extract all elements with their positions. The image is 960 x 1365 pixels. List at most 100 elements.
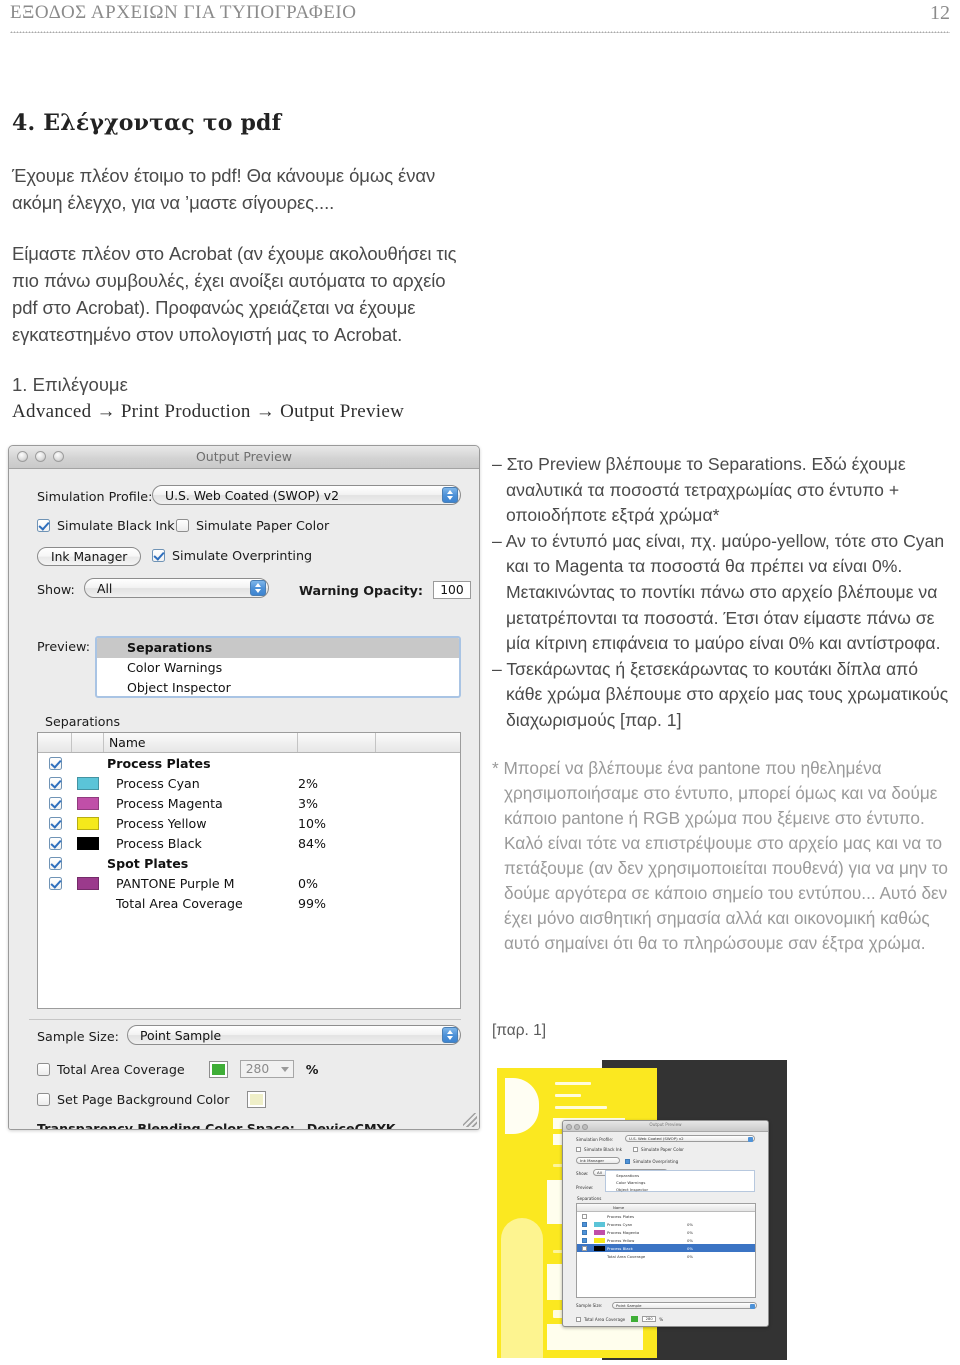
preview-item-separations[interactable]: Separations [97, 638, 459, 658]
simulate-overprinting-row[interactable]: Simulate Overprinting [152, 548, 312, 563]
table-row[interactable]: Process Cyan 0% [577, 1220, 755, 1228]
figure-show-text: Show: [576, 1171, 589, 1176]
row-checkbox[interactable] [577, 1245, 591, 1251]
dialog-title: Output Preview [195, 449, 293, 464]
separations-panel[interactable]: Name Process Plates Process Cyan 2% Proc… [37, 732, 461, 1009]
chevron-updown-icon [442, 487, 458, 503]
preview-item-object-inspector[interactable]: Object Inspector [97, 678, 459, 696]
row-swatch [591, 1245, 607, 1251]
warning-opacity-input[interactable]: 100 [432, 581, 471, 599]
figure-separations-table[interactable]: Name Process Plates Process Cyan 0% Proc… [576, 1203, 756, 1298]
figure-ink-manager-button[interactable]: Ink Manager [576, 1157, 620, 1164]
figure-simulate-paper-color-checkbox[interactable] [633, 1147, 638, 1152]
figure-show-value: All [597, 1170, 602, 1175]
figure-total-area-coverage-checkbox[interactable] [576, 1316, 581, 1322]
row-checkbox[interactable] [38, 796, 72, 810]
figure-coverage-color-well[interactable] [631, 1316, 639, 1322]
row-checkbox[interactable] [38, 756, 72, 770]
figure-preview-mode-list[interactable]: Separations Color Warnings Object Inspec… [605, 1170, 755, 1192]
table-row[interactable]: Process Magenta 3% [38, 793, 460, 813]
simulate-paper-color-row[interactable]: Simulate Paper Color [176, 518, 329, 533]
figure-screenshot: Output Preview Simulation Profile: U.S. … [497, 1060, 787, 1365]
row-checkbox[interactable] [38, 776, 72, 790]
show-select[interactable]: All [84, 578, 269, 598]
row-checkbox[interactable] [577, 1213, 591, 1219]
menu-path: Advanced → Print Production → Output Pre… [12, 401, 405, 422]
simulate-black-ink-row[interactable]: Simulate Black Ink [37, 518, 175, 533]
figure-coverage-value[interactable]: 280 [642, 1316, 657, 1322]
set-page-background-checkbox[interactable] [37, 1093, 50, 1106]
row-checkbox[interactable] [577, 1229, 591, 1235]
table-row[interactable]: Process Yellow 0% [577, 1236, 755, 1244]
chevron-updown-icon [442, 1027, 458, 1043]
simulation-profile-select[interactable]: U.S. Web Coated (SWOP) v2 [152, 485, 461, 505]
total-area-coverage-value: 280 [245, 1062, 270, 1076]
row-swatch [591, 1229, 607, 1235]
row-percent: 0% [298, 875, 318, 891]
total-area-coverage-checkbox[interactable] [37, 1062, 50, 1076]
simulate-paper-color-checkbox[interactable] [176, 519, 189, 532]
figure-simulate-paper-color-row[interactable]: Simulate Paper Color [633, 1147, 684, 1152]
footnote: * Μπορεί να βλέπουμε ένα pantone που ηθε… [492, 757, 948, 953]
ink-manager-label: Ink Manager [51, 549, 128, 564]
chevron-down-icon [280, 1067, 289, 1072]
table-row[interactable]: Process Plates [38, 753, 460, 773]
table-row[interactable]: Process Cyan 2% [38, 773, 460, 793]
simulate-overprinting-checkbox[interactable] [152, 549, 165, 562]
figure-sim-profile-text: Simulation Profile: [576, 1137, 614, 1142]
row-swatch [72, 836, 104, 850]
step-number-label: 1. Επιλέγουμε [12, 374, 128, 395]
figure-preview-item-separations[interactable]: Separations [616, 1172, 754, 1179]
figure-sample-size-value: Point Sample [616, 1303, 642, 1308]
table-row[interactable]: Process Magenta 0% [577, 1228, 755, 1236]
page-number: 12 [930, 2, 950, 24]
simulation-profile-label: Simulation Profile: [37, 489, 153, 504]
table-row: Total Area Coverage 0% [577, 1252, 755, 1260]
row-checkbox[interactable] [577, 1237, 591, 1243]
figure-simulation-profile-select[interactable]: U.S. Web Coated (SWOP) v2 [625, 1135, 755, 1142]
header-extra-column [376, 733, 460, 752]
table-row[interactable]: Process Yellow 10% [38, 813, 460, 833]
figure-simulate-paper-color-label: Simulate Paper Color [641, 1147, 684, 1152]
row-name: Process Plates [607, 1213, 635, 1219]
resize-grip-icon[interactable] [463, 1113, 477, 1127]
show-value: All [97, 580, 113, 596]
figure-dialog-titlebar[interactable]: Output Preview [563, 1121, 768, 1132]
row-checkbox[interactable] [577, 1221, 591, 1227]
total-area-coverage-row[interactable]: Total Area Coverage 280 % [37, 1060, 318, 1078]
figure-output-preview-dialog[interactable]: Output Preview Simulation Profile: U.S. … [562, 1120, 769, 1327]
preview-item-color-warnings[interactable]: Color Warnings [97, 658, 459, 678]
dialog-titlebar[interactable]: Output Preview [9, 446, 479, 469]
figure-simulation-profile-label: Simulation Profile: [576, 1137, 613, 1142]
table-row[interactable]: PANTONE Purple M 0% [38, 873, 460, 893]
figure-simulate-black-ink-checkbox[interactable] [576, 1147, 581, 1152]
table-row-selected[interactable]: Process Black 0% [577, 1244, 755, 1252]
intro-paragraph-1: Έχουμε πλέον έτοιμο το pdf! Θα κάνουμε ό… [12, 165, 436, 213]
row-checkbox[interactable] [38, 836, 72, 850]
table-row[interactable]: Spot Plates [38, 853, 460, 873]
figure-simulate-overprinting-checkbox[interactable] [625, 1159, 630, 1164]
total-area-coverage-color-well[interactable] [208, 1060, 228, 1078]
figure-preview-item-color-warnings[interactable]: Color Warnings [616, 1179, 754, 1186]
figure-total-area-coverage-row[interactable]: Total Area Coverage 280 % [576, 1316, 663, 1322]
warning-opacity-label: Warning Opacity: [299, 582, 423, 598]
simulate-black-ink-checkbox[interactable] [37, 519, 50, 532]
row-checkbox[interactable] [38, 876, 72, 890]
row-name: PANTONE Purple M [116, 875, 235, 891]
page-background-color-well[interactable] [247, 1091, 267, 1108]
figure-sample-size-select[interactable]: Point Sample [612, 1302, 757, 1309]
output-preview-dialog[interactable]: Output Preview Simulation Profile: U.S. … [8, 445, 480, 1130]
set-page-background-row[interactable]: Set Page Background Color [37, 1091, 267, 1108]
row-checkbox[interactable] [38, 856, 72, 870]
row-checkbox[interactable] [38, 816, 72, 830]
figure-simulate-black-ink-row[interactable]: Simulate Black Ink [576, 1147, 622, 1152]
preview-mode-list[interactable]: Separations Color Warnings Object Inspec… [95, 636, 461, 698]
table-row[interactable]: Process Black 84% [38, 833, 460, 853]
sample-size-select[interactable]: Point Sample [127, 1025, 461, 1045]
row-name: Total Area Coverage [607, 1253, 646, 1259]
table-row[interactable]: Process Plates [577, 1212, 755, 1220]
figure-preview-item-object-inspector[interactable]: Object Inspector [616, 1186, 754, 1193]
figure-simulate-overprinting-row[interactable]: Simulate Overprinting [625, 1159, 678, 1164]
ink-manager-button[interactable]: Ink Manager [37, 547, 142, 566]
total-area-coverage-stepper[interactable]: 280 [239, 1060, 294, 1078]
